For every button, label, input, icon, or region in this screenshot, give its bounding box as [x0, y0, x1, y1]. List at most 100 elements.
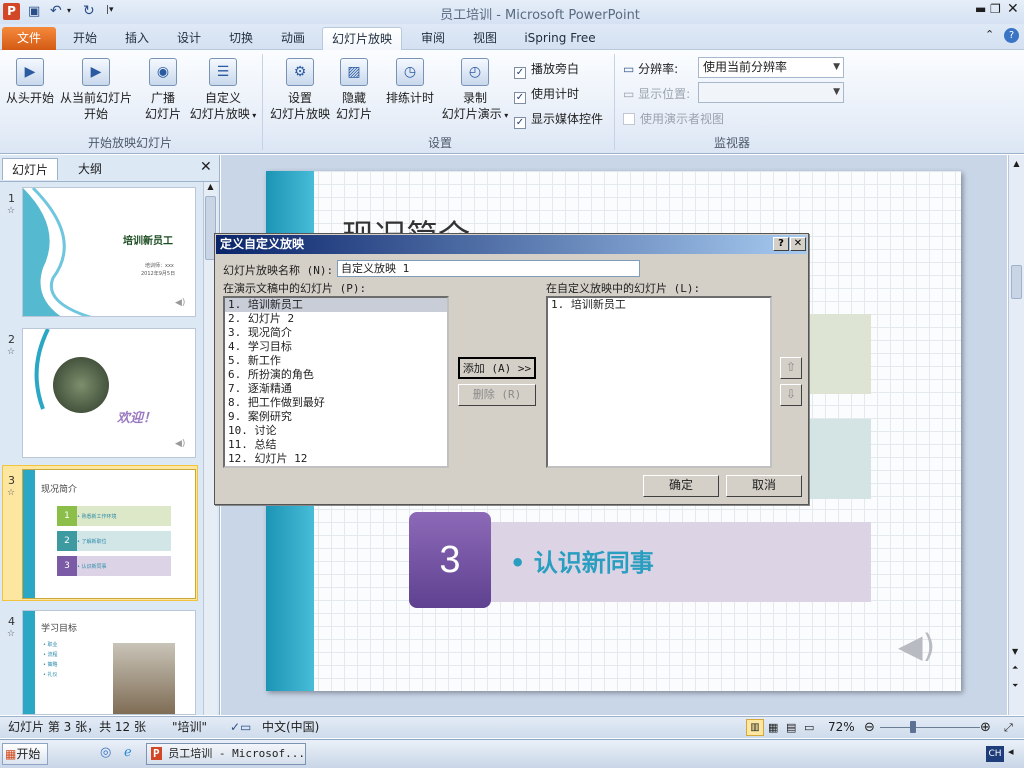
checkbox-checked-icon: ✓: [514, 92, 526, 104]
scroll-down-icon[interactable]: ▼: [1012, 647, 1018, 656]
resolution-label: ▭ 分辨率:: [623, 62, 679, 76]
remove-button[interactable]: 删除 (R): [458, 384, 536, 406]
dialog-help-button[interactable]: ?: [773, 237, 789, 251]
undo-dropdown-icon[interactable]: ▾: [67, 6, 71, 15]
help-icon[interactable]: ?: [1004, 28, 1019, 43]
tab-animations[interactable]: 动画: [270, 27, 316, 50]
minimize-button[interactable]: ▬: [975, 2, 986, 16]
ime-indicator[interactable]: CH: [986, 746, 1004, 762]
ribbon-collapse-icon[interactable]: ⌃: [985, 28, 994, 41]
record-slideshow-button[interactable]: ◴ 录制 幻灯片演示 ▾: [438, 58, 512, 124]
tab-slideshow[interactable]: 幻灯片放映: [322, 27, 402, 50]
broadcast-slideshow-button[interactable]: ◉ 广播 幻灯片: [140, 58, 186, 122]
zoom-slider-thumb[interactable]: [910, 721, 916, 733]
tab-design[interactable]: 设计: [166, 27, 212, 50]
undo-icon[interactable]: ↶: [50, 3, 62, 19]
scroll-up-icon[interactable]: ▲: [204, 182, 217, 191]
slide-sorter-icon[interactable]: ▦: [768, 717, 778, 738]
save-icon[interactable]: ▣: [28, 4, 40, 19]
browser-icon[interactable]: ℯ: [124, 745, 132, 760]
thumb-bullet: • 流程: [43, 652, 58, 658]
resolution-dropdown[interactable]: 使用当前分辨率 ▼: [698, 57, 844, 78]
add-button[interactable]: 添加 (A) >>: [458, 357, 536, 379]
fit-to-window-icon[interactable]: ⤢: [1004, 717, 1013, 738]
tab-transitions[interactable]: 切换: [218, 27, 264, 50]
close-button[interactable]: ✕: [1007, 1, 1019, 17]
slide-thumbnail-1[interactable]: 培训新员工 培训师：xxx 2012年9月5日 ◀): [22, 187, 196, 317]
powerpoint-app-icon[interactable]: P: [3, 3, 20, 20]
list-item[interactable]: 12. 幻灯片 12: [225, 452, 447, 466]
thumb-welcome-text: 欢迎！: [117, 411, 157, 426]
ok-button[interactable]: 确定: [643, 475, 719, 497]
tab-review[interactable]: 审阅: [410, 27, 456, 50]
from-current-slide-button[interactable]: ▶ 从当前幻灯片 开始: [58, 58, 134, 122]
slide-thumbnail-3[interactable]: 现况简介 1 • 熟悉新工作环境 2 • 了解新职位 3 • 认识新同事: [22, 469, 196, 599]
scroll-up-icon[interactable]: ▲: [1009, 159, 1024, 168]
tab-ispring[interactable]: iSpring Free: [514, 27, 606, 50]
tab-insert[interactable]: 插入: [114, 27, 160, 50]
slideshow-view-icon[interactable]: ▭: [804, 717, 814, 738]
tab-file[interactable]: 文件: [2, 27, 56, 50]
list-item[interactable]: 5. 新工作: [225, 354, 447, 368]
next-slide-icon[interactable]: ⏷: [1012, 681, 1018, 691]
tab-slides-pane[interactable]: 幻灯片: [2, 158, 58, 180]
thumb-subtitle: 培训师：xxx: [145, 263, 174, 269]
zoom-in-icon[interactable]: ⊕: [980, 717, 991, 738]
dialog-close-button[interactable]: ✕: [790, 237, 806, 251]
from-beginning-button[interactable]: ▶ 从头开始: [4, 58, 56, 106]
use-timings-checkbox[interactable]: ✓ 使用计时: [514, 85, 579, 104]
show-media-controls-checkbox[interactable]: ✓ 显示媒体控件: [514, 110, 603, 129]
scroll-thumb[interactable]: [1011, 265, 1022, 299]
slide-thumbnail-2[interactable]: 欢迎！ ◀): [22, 328, 196, 458]
editor-vertical-scrollbar[interactable]: ▲ ▼ ⏶ ⏷: [1008, 155, 1024, 715]
list-item[interactable]: 4. 学习目标: [225, 340, 447, 354]
list-item[interactable]: 1. 培训新员工: [548, 298, 770, 312]
taskbar-powerpoint-button[interactable]: P 员工培训 - Microsof...: [146, 743, 306, 765]
tray-expand-icon[interactable]: ◂: [1008, 745, 1014, 758]
list-item[interactable]: 8. 把工作做到最好: [225, 396, 447, 410]
play-from-current-icon: ▶: [82, 58, 110, 86]
chevron-down-icon: ▼: [833, 87, 840, 97]
custom-show-slides-list[interactable]: 1. 培训新员工: [546, 296, 772, 468]
spellcheck-icon[interactable]: ✓▭: [230, 717, 251, 738]
presentation-slides-list[interactable]: 1. 培训新员工 2. 幻灯片 2 3. 现况简介 4. 学习目标 5. 新工作…: [223, 296, 449, 468]
custom-slideshow-button[interactable]: ☰ 自定义 幻灯片放映 ▾: [188, 58, 258, 124]
list-item[interactable]: 9. 案例研究: [225, 410, 447, 424]
presenter-view-checkbox[interactable]: 使用演示者视图: [623, 110, 724, 127]
list-item[interactable]: 6. 所扮演的角色: [225, 368, 447, 382]
move-up-button[interactable]: ⇧: [780, 357, 802, 379]
start-button[interactable]: ▦开始: [2, 743, 48, 765]
list-item[interactable]: 7. 逐渐精通: [225, 382, 447, 396]
hide-slide-button[interactable]: ▨ 隐藏 幻灯片: [334, 58, 374, 122]
previous-slide-icon[interactable]: ⏶: [1012, 663, 1018, 673]
rehearse-timings-button[interactable]: ◷ 排练计时: [382, 58, 438, 106]
list-item[interactable]: 3. 现况简介: [225, 326, 447, 340]
list-item[interactable]: 1. 培训新员工: [225, 298, 447, 312]
play-narration-checkbox[interactable]: ✓ 播放旁白: [514, 60, 579, 79]
zoom-level[interactable]: 72%: [828, 717, 855, 738]
list-item[interactable]: 11. 总结: [225, 438, 447, 452]
language-indicator[interactable]: 中文(中国): [262, 717, 319, 738]
show-on-dropdown[interactable]: ▼: [698, 82, 844, 103]
slide-thumbnail-4[interactable]: 学习目标 • 职业 • 流程 • 策略 • 礼仪: [22, 610, 196, 715]
speaker-icon[interactable]: ◀): [898, 627, 935, 665]
tab-outline-pane[interactable]: 大纲: [62, 158, 118, 180]
list-item[interactable]: 2. 幻灯片 2: [225, 312, 447, 326]
zoom-slider[interactable]: [880, 727, 980, 728]
close-pane-icon[interactable]: ✕: [200, 159, 212, 175]
show-name-input[interactable]: 自定义放映 1: [337, 260, 640, 277]
setup-slideshow-button[interactable]: ⚙ 设置 幻灯片放映: [268, 58, 332, 122]
reading-view-icon[interactable]: ▤: [786, 717, 796, 738]
move-down-button[interactable]: ⇩: [780, 384, 802, 406]
customize-toolbar-icon[interactable]: |▾: [106, 5, 114, 15]
cancel-button[interactable]: 取消: [726, 475, 802, 497]
redo-icon[interactable]: ↻: [83, 3, 95, 19]
tab-home[interactable]: 开始: [62, 27, 108, 50]
restore-button[interactable]: ❐: [990, 2, 1001, 16]
quicklaunch-icon[interactable]: ◎: [100, 745, 111, 760]
zoom-out-icon[interactable]: ⊖: [864, 717, 875, 738]
tab-view[interactable]: 视图: [462, 27, 508, 50]
list-item[interactable]: 10. 讨论: [225, 424, 447, 438]
normal-view-icon[interactable]: ▥: [746, 719, 764, 736]
status-bar: 幻灯片 第 3 张，共 12 张 "培训" ✓▭ 中文(中国) ▥ ▦ ▤ ▭ …: [0, 716, 1024, 738]
